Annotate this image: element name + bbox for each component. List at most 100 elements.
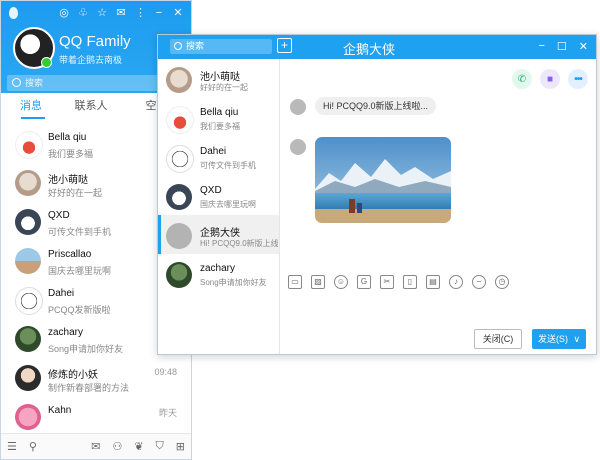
avatar [15,209,41,235]
contact-name: QXD [48,210,70,221]
menu-icon[interactable]: ☰ [7,440,17,453]
maximize-icon[interactable]: ☐ [557,40,567,53]
red-packet-icon[interactable]: − [472,275,486,289]
mail-icon[interactable]: ✉ [116,7,126,19]
avatar [166,223,192,249]
more-icon[interactable]: ••• [568,69,588,89]
send-label: 发送(S) [537,334,568,344]
avatar [15,248,41,274]
skin-icon[interactable]: ◎ [59,7,69,19]
chat-item-name: zachary [200,263,236,274]
chat-window-controls: − ☐ ✕ [538,40,588,53]
avatar [290,139,306,155]
chat-list-item[interactable]: 池小萌哒 好好的在一起 [158,59,279,98]
chat-item-name: Dahei [200,146,227,157]
avatar [15,170,41,196]
minimize-icon[interactable]: − [154,7,164,19]
gif-icon[interactable]: G [357,275,371,289]
chat-list-item[interactable]: zachary Song申请加你好友 [158,254,279,293]
more-vertical-icon[interactable]: ⋮ [135,7,146,19]
chat-list: 池小萌哒 好好的在一起 Bella qiu 我们要多福 Dahei 可传文件到手… [158,59,280,354]
avatar [166,184,192,210]
close-button[interactable]: 关闭(C) [474,329,522,349]
chat-list-item[interactable]: QXD 国庆去哪里玩啊 [158,176,279,215]
clock-icon[interactable]: ◷ [495,275,509,289]
tab-messages[interactable]: 消息 [1,95,61,119]
chat-search-input[interactable]: 搜索 [170,39,272,54]
qq-logo-icon [9,7,18,19]
avatar [15,287,43,315]
contact-time: 09:48 [154,367,177,377]
contact-name: 池小萌哒 [48,175,88,186]
emoji-icon[interactable]: ☺ [334,275,348,289]
search-icon [174,42,182,50]
send-button[interactable]: 发送(S) ∨ [532,329,586,349]
shield-icon[interactable]: ⛉ [156,440,164,453]
search-placeholder: 搜索 [25,78,44,88]
star-icon[interactable]: ☆ [97,7,107,19]
contact-name: Bella qiu [48,132,87,143]
message-photo[interactable] [315,137,451,223]
avatar [166,145,194,173]
chat-list-item[interactable]: Bella qiu 我们要多福 [158,98,279,137]
leaf-icon[interactable]: ❦ [134,440,143,453]
contact-message: 国庆去哪里玩啊 [48,266,112,276]
music-icon[interactable]: ♪ [449,275,463,289]
add-button[interactable]: + [277,38,292,53]
profile-name: QQ Family [59,33,131,50]
avatar [15,326,41,352]
profile-signature[interactable]: 带着企鹅去南极 [59,53,122,66]
online-status-icon [41,57,52,68]
scissors-icon[interactable]: ✂ [380,275,394,289]
main-titlebar-icons: ◎ ♧ ☆ ✉ ⋮ − ✕ [59,7,183,19]
main-bottom-bar: ☰ ⚲ ✉ ⚇ ❦ ⛉ ⊞ [1,433,191,459]
chat-header: 搜索 + 企鹅大侠 − ☐ ✕ [158,35,596,59]
chat-item-name: 池小萌哒 [200,72,240,83]
minimize-icon[interactable]: − [538,40,544,53]
chat-title: 企鹅大侠 [343,42,396,57]
contact-message: 我们要多福 [48,149,94,159]
chat-item-name: Bella qiu [200,107,239,118]
avatar [166,67,192,93]
mail-icon[interactable]: ✉ [91,440,100,453]
tab-active-indicator [21,117,45,119]
chat-window: 搜索 + 企鹅大侠 − ☐ ✕ 池小萌哒 好好的在一起 Bella qiu 我们… [157,34,597,355]
shake-icon[interactable]: ▯ [403,275,417,289]
video-call-icon[interactable]: ■ [540,69,560,89]
chat-list-item[interactable]: Dahei 可传文件到手机 [158,137,279,176]
image-icon[interactable]: ▨ [311,275,325,289]
chat-list-item-active[interactable]: 企鹅大侠 Hi! PCQQ9.0新版上线 [158,215,279,254]
folder-icon[interactable]: ▭ [288,275,302,289]
avatar [290,99,306,115]
chat-item-message: 我们要多福 [200,122,240,131]
chat-item-message: 好好的在一起 [200,83,248,92]
chat-item-message: 国庆去哪里玩啊 [200,200,256,209]
close-icon[interactable]: ✕ [579,40,588,53]
tab-contacts[interactable]: 联系人 [61,95,121,119]
conversation-panel: ✆ ■ ••• Hi! PCQQ9.0新版上线啦... ▭ ▨ ☺ G ✂ ▯ … [279,59,596,354]
phone-icon[interactable]: ✆ [512,69,532,89]
contact-message: 好好的在一起 [48,188,103,198]
chat-item-message: Song申请加你好友 [200,278,267,287]
contact-message: 可传文件到手机 [48,227,112,237]
landscape-image [315,137,451,223]
avatar [15,365,41,391]
add-friend-icon[interactable]: ⚲ [29,440,37,453]
shirt-icon[interactable]: ♧ [78,7,88,19]
chat-item-message: 可传文件到手机 [200,161,256,170]
list-item[interactable]: Kahn 昨天 [1,398,191,437]
chevron-down-icon[interactable]: ∨ [573,334,580,344]
close-icon[interactable]: ✕ [173,7,183,19]
avatar [166,262,192,288]
contact-message: Song申请加你好友 [48,344,124,354]
contact-name: Kahn [48,405,72,416]
game-icon[interactable]: ⚇ [112,440,122,453]
document-icon[interactable]: ▤ [426,275,440,289]
avatar [166,106,194,134]
apps-grid-icon[interactable]: ⊞ [176,440,185,453]
contact-message: PCQQ发新版啦 [48,305,111,315]
contact-name: Priscallao [48,249,92,260]
chat-item-name: 企鹅大侠 [200,228,240,239]
contact-time: 昨天 [158,408,177,418]
list-item[interactable]: 修炼的小妖 制作新春部署的方法 09:48 [1,359,191,398]
